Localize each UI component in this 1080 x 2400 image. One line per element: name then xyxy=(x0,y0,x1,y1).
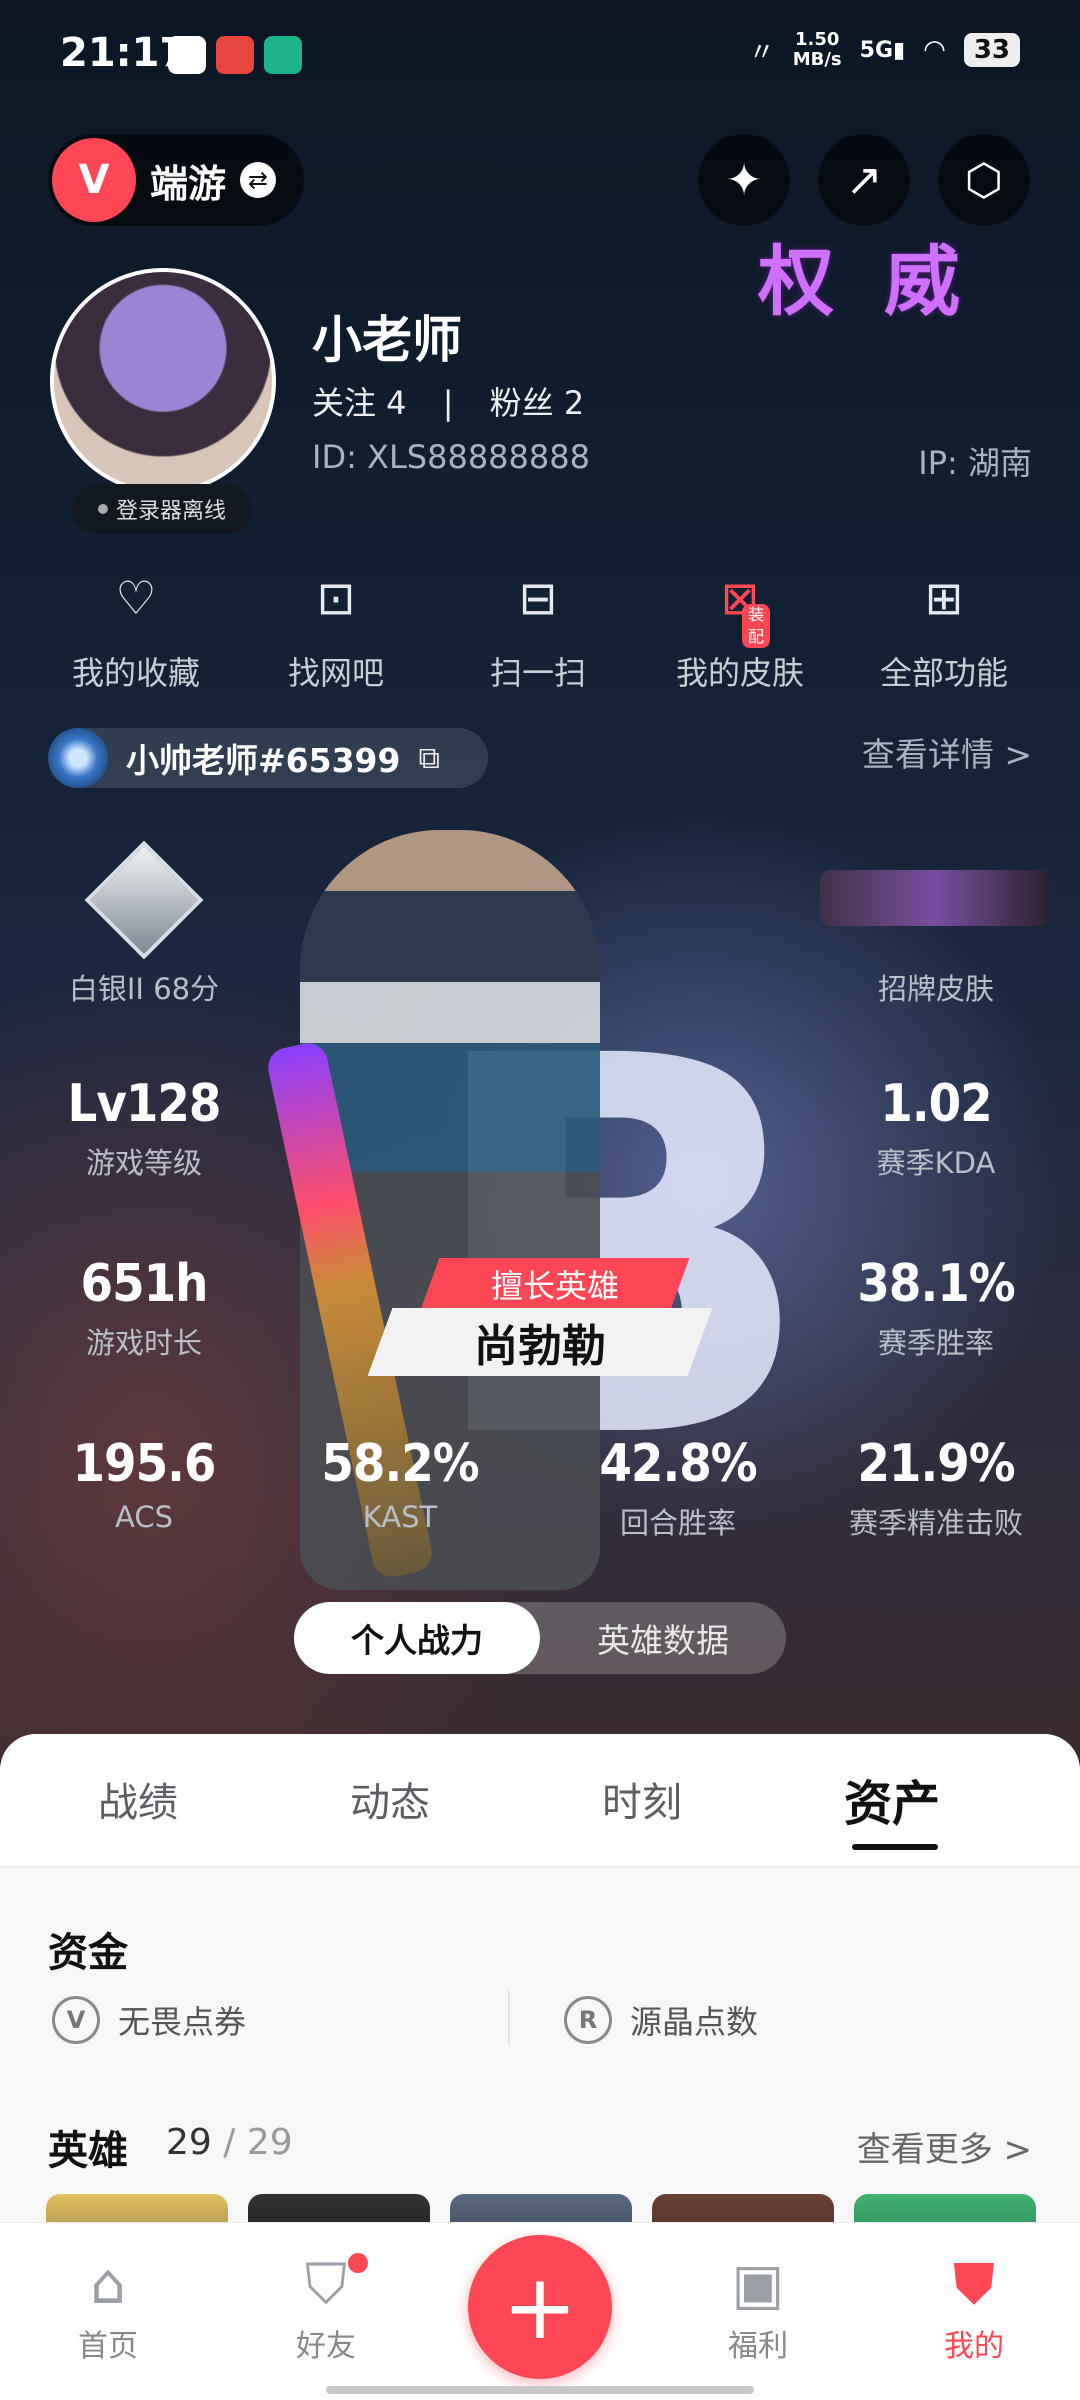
monitor-icon: ⊡ xyxy=(316,571,356,625)
status-right: 〃 1.50 MB/s 5G▮ ◠ 33 xyxy=(749,30,1020,70)
rp-item[interactable]: R 源晶点数 xyxy=(564,1996,758,2044)
boss-notification-icon xyxy=(264,36,302,74)
acs-stat: 195.6 ACS xyxy=(72,1434,217,1534)
avatar[interactable] xyxy=(50,268,276,494)
funds-title: 资金 xyxy=(48,1930,128,1976)
offline-tag: 登录器离线 xyxy=(72,484,252,534)
riot-id: 小帅老师#65399 xyxy=(126,741,401,780)
hero-count: 29 / 29 xyxy=(166,2122,293,2163)
func-favorites[interactable]: ♡ 我的收藏 xyxy=(36,570,236,694)
qq-notification-icon xyxy=(168,36,206,74)
player-card-icon xyxy=(48,728,108,788)
tab-assets[interactable]: 资产 xyxy=(844,1764,940,1834)
follow-count[interactable]: 关注 4 xyxy=(312,384,407,422)
equip-badge: 装配 xyxy=(742,604,771,648)
best-hero-name[interactable]: 尚勃勒 xyxy=(367,1308,713,1376)
winrate-stat: 38.1% 赛季胜率 xyxy=(857,1254,1015,1360)
tab-moments[interactable]: 时刻 xyxy=(602,1770,682,1828)
func-all-functions[interactable]: ⊞ 全部功能 xyxy=(844,570,1044,694)
nav-home[interactable]: ⌂ 首页 xyxy=(38,2253,178,2365)
signature-skin[interactable]: 招牌皮肤 xyxy=(816,960,1056,1008)
create-post-button[interactable]: + xyxy=(468,2235,612,2379)
vp-icon: V xyxy=(52,1996,100,2044)
ip-location: IP: 湖南 xyxy=(918,444,1032,482)
wifi-icon: ◠ xyxy=(923,35,946,65)
func-scan[interactable]: ⊟ 扫一扫 xyxy=(438,570,638,694)
content-tabbar: 战绩 动态 时刻 资产 xyxy=(0,1734,1080,1868)
tab-personal-power[interactable]: 个人战力 xyxy=(294,1602,540,1674)
scan-icon: ⊟ xyxy=(518,571,558,625)
share-icon: ↗ xyxy=(845,154,883,206)
signal-icon: 5G▮ xyxy=(859,37,906,63)
gift-icon: ▣ xyxy=(731,2252,785,2317)
best-hero-tag: 擅长英雄 xyxy=(420,1258,690,1310)
game-switcher[interactable]: V 端游 ⇄ xyxy=(48,134,304,226)
follow-row: 关注 4 | 粉丝 2 xyxy=(312,378,584,424)
func-find-netcafe[interactable]: ⊡ 找网吧 xyxy=(236,570,436,694)
bottom-nav: ⌂ 首页 ⛉ 好友 + ▣ 福利 ⛊ 我的 xyxy=(0,2222,1080,2400)
precise-kill-stat: 21.9% 赛季精准击败 xyxy=(848,1434,1023,1540)
profile-icon: ⛊ xyxy=(953,2252,995,2317)
nav-welfare[interactable]: ▣ 福利 xyxy=(688,2253,828,2365)
vp-item[interactable]: V 无畏点券 xyxy=(52,1996,246,2044)
home-indicator xyxy=(326,2386,754,2394)
sparkle-icon: ✦ xyxy=(725,154,763,206)
tab-hero-data[interactable]: 英雄数据 xyxy=(540,1602,786,1674)
share-button[interactable]: ↗ xyxy=(818,134,910,226)
rank-stat[interactable]: 白银II 68分 xyxy=(24,960,264,1008)
heroes-title: 英雄 xyxy=(48,2128,128,2174)
settings-icon: ⬡ xyxy=(964,154,1004,206)
friends-icon: ⛉ xyxy=(256,2253,396,2317)
tab-records[interactable]: 战绩 xyxy=(98,1770,178,1828)
heart-icon: ♡ xyxy=(115,571,157,625)
user-id: ID: XLS88888888 xyxy=(312,438,590,476)
nav-friends[interactable]: ⛉ 好友 xyxy=(256,2253,396,2365)
power-toggle: 个人战力 英雄数据 xyxy=(294,1602,786,1674)
asset-divider xyxy=(508,1990,510,2046)
view-more-link[interactable]: 查看更多 > xyxy=(857,2122,1032,2171)
level-stat: Lv128 游戏等级 xyxy=(67,1074,222,1180)
nav-mine[interactable]: ⛊ 我的 xyxy=(904,2253,1044,2365)
kda-stat: 1.02 赛季KDA xyxy=(876,1074,996,1180)
view-details-link[interactable]: 查看详情 > xyxy=(862,728,1032,776)
fans-count[interactable]: 粉丝 2 xyxy=(490,384,585,422)
game-name: 端游 xyxy=(150,161,227,206)
plus-icon: + xyxy=(502,2254,578,2360)
nickname: 小老师 xyxy=(312,311,462,369)
rp-icon: R xyxy=(564,1996,612,2044)
signature-skin-icon xyxy=(820,870,1050,926)
sparkle-button[interactable]: ✦ xyxy=(698,134,790,226)
func-my-skins[interactable]: ⊠ 装配 我的皮肤 xyxy=(640,570,840,694)
valorant-logo-icon: V xyxy=(52,138,136,222)
round-winrate-stat: 42.8% 回合胜率 xyxy=(599,1434,757,1540)
swap-icon: ⇄ xyxy=(240,162,277,198)
notification-dot xyxy=(348,2253,368,2273)
follow-separator: | xyxy=(442,384,454,422)
nfc-icon: 〃 xyxy=(748,37,775,68)
app-notification-icon xyxy=(216,36,254,74)
home-icon: ⌂ xyxy=(90,2252,126,2317)
kast-stat: 58.2% KAST xyxy=(321,1434,479,1534)
battery-indicator: 33 xyxy=(963,33,1020,67)
hours-stat: 651h 游戏时长 xyxy=(80,1254,209,1360)
copy-icon[interactable]: ⧉ xyxy=(418,741,439,776)
tab-indicator xyxy=(852,1844,938,1850)
tab-activity[interactable]: 动态 xyxy=(350,1770,430,1828)
riot-id-pill[interactable]: 小帅老师#65399 ⧉ xyxy=(48,728,488,788)
grid-icon: ⊞ xyxy=(924,571,964,625)
offline-dot-icon xyxy=(97,504,108,514)
settings-button[interactable]: ⬡ xyxy=(938,134,1030,226)
decor-sticker: 权威 xyxy=(758,237,1010,326)
net-speed: 1.50 MB/s xyxy=(792,29,842,70)
skin-icon: ⊠ 装配 xyxy=(712,570,771,648)
